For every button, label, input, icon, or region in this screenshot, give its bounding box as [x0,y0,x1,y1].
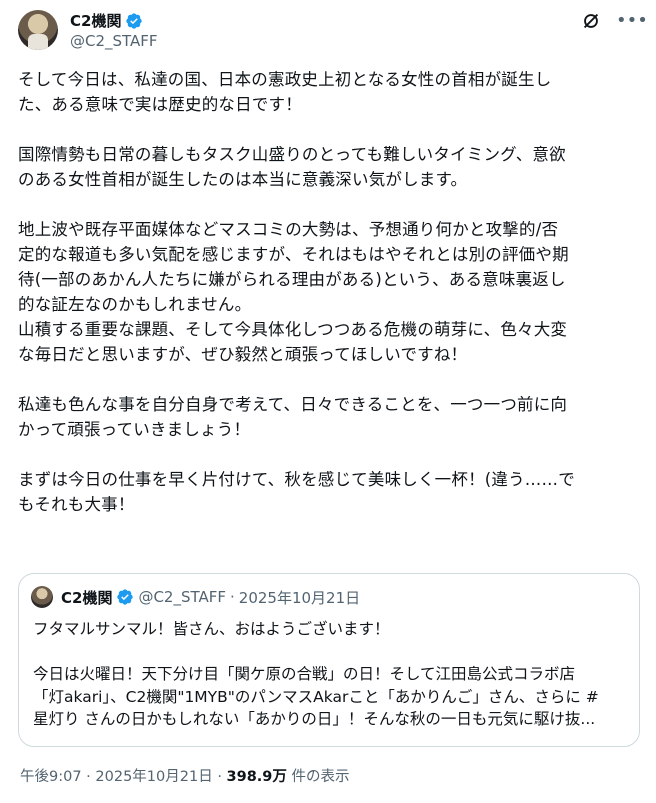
quoted-line-4: 星灯り さんの日かもしれない「あかりの日」！そんな秋の一日も元気に駆け抜... [33,710,596,728]
author-handle[interactable]: @C2_STAFF [70,32,158,50]
paragraph-spacer [18,192,638,217]
quoted-line-1: フタマルサンマル！皆さん、おはようございます！ [33,620,390,638]
tweet-meta: 午後9:07 · 2025年10月21日 · 398.9万 件の表示 [20,765,350,786]
tweet-paragraph-3: 地上波や既存平面媒体などマスコミの大勢は、予想通り何かと攻撃的/否 定的な報道も… [18,220,569,364]
tweet-paragraph-5: まずは今日の仕事を早く片付けて、秋を感じて美味しく一杯！(違う……で もそれも大… [18,470,575,514]
quoted-author-avatar [31,586,53,608]
verified-badge-icon [116,588,134,606]
more-options-icon[interactable]: ••• [616,10,648,32]
grok-icon[interactable] [580,10,602,32]
tweet-paragraph-4: 私達も色んな事を自分自身で考えて、日々できることを、一つ一つ前に向 かって頑張っ… [18,395,568,439]
separator-dot: · [86,769,91,785]
view-count: 398.9万 [226,769,287,785]
tweet-paragraph-2: 国際情勢も日常の暮しもタスク山盛りのとっても難しいタイミング、意欲 のある女性首… [18,145,566,189]
paragraph-spacer [18,367,638,392]
quoted-tweet-text: フタマルサンマル！皆さん、おはようございます！ 今日は火曜日！天下分け目「関ケ原… [33,618,631,731]
tweet-header: C2機関 @C2_STAFF ••• [14,6,648,50]
quoted-author-handle: @C2_STAFF [138,588,227,606]
quoted-line-2: 今日は火曜日！天下分け目「関ケ原の合戦」の日！そして江田島公式コラボ店 [33,665,576,683]
tweet-date[interactable]: 2025年10月21日 [95,769,212,785]
paragraph-spacer [18,117,638,142]
author-avatar[interactable] [18,10,58,50]
tweet-time[interactable]: 午後9:07 [20,769,82,785]
quoted-tweet-header: C2機関 @C2_STAFF · 2025年10月21日 [31,586,360,608]
quoted-line-3: 「灯akari」、C2機関"1MYB"のパンマスAkarこと「あかりんご」さん、… [33,687,599,706]
tweet-paragraph-1: そして今日は、私達の国、日本の憲政史上初となる女性の首相が誕生し た、ある意味で… [18,70,552,114]
quoted-tweet[interactable]: C2機関 @C2_STAFF · 2025年10月21日 フタマルサンマル！皆さ… [18,573,640,747]
author-name-row: C2機関 [70,10,143,31]
tweet-card: C2機関 @C2_STAFF ••• そして今日は、私達の国、日本の憲政史上初と… [0,0,656,803]
tweet-text: そして今日は、私達の国、日本の憲政史上初となる女性の首相が誕生し た、ある意味で… [18,67,638,517]
quoted-author-name: C2機関 [61,588,113,607]
separator-dot: · [230,588,235,606]
paragraph-spacer [18,442,638,467]
paragraph-spacer [33,641,631,664]
verified-badge-icon [125,12,143,30]
view-count-label: 件の表示 [286,769,350,785]
author-name[interactable]: C2機関 [70,10,121,31]
separator-dot: · [217,769,222,785]
quoted-tweet-date: 2025年10月21日 [238,588,361,607]
